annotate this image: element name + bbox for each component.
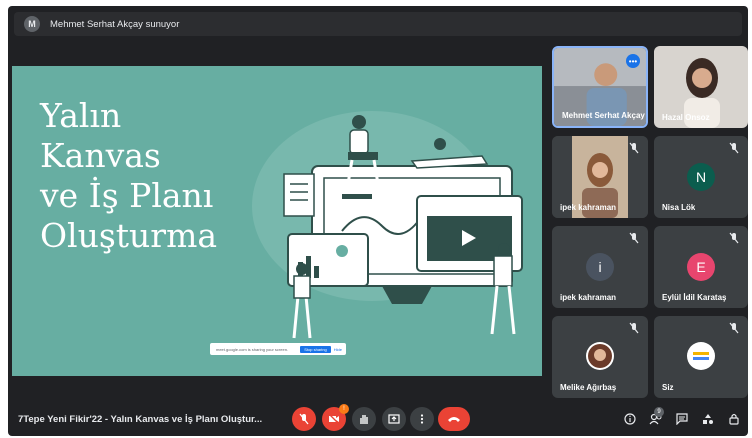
avatar [586, 342, 614, 370]
mic-off-icon [629, 232, 639, 244]
screen-share-notice: meet.google.com is sharing your screen. … [210, 343, 346, 355]
present-button[interactable] [382, 407, 406, 431]
mic-off-icon [729, 142, 739, 154]
mic-off-icon [729, 322, 739, 334]
avatar: i [586, 253, 614, 281]
participant-tile[interactable]: E Eylül İdil Karataş [654, 226, 748, 308]
shared-screen: Yalın Kanvas ve İş Planı Oluşturma meet.… [12, 66, 542, 376]
participant-tile[interactable]: ipek kahraman [552, 136, 648, 218]
participant-name: Melike Ağırbaş [560, 383, 617, 392]
stop-sharing-button[interactable]: Stop sharing [300, 345, 331, 353]
hang-up-icon [448, 417, 460, 422]
camera-toggle-button[interactable]: ! [322, 404, 349, 431]
present-icon [388, 414, 400, 424]
participant-name: ipek kahraman [560, 203, 617, 212]
participant-name: Eylül İdil Karataş [662, 293, 727, 302]
activities-button[interactable] [700, 411, 716, 427]
presenter-avatar: M [24, 16, 40, 32]
host-controls-button[interactable] [726, 411, 742, 427]
participant-name: Hazal Onsoz [662, 113, 710, 122]
hide-button[interactable]: Hide [334, 347, 342, 352]
logo-avatar [687, 342, 715, 370]
more-vert-icon [420, 414, 424, 424]
participant-name: Siz [662, 383, 674, 392]
participant-tile[interactable]: i ipek kahraman [552, 226, 648, 308]
info-icon [624, 413, 636, 425]
chat-button[interactable] [674, 411, 690, 427]
chat-icon [676, 413, 688, 425]
camera-off-icon [328, 413, 340, 425]
participant-tile[interactable]: ••• Mehmet Serhat Akçay [552, 46, 648, 128]
slide-title: Yalın Kanvas ve İş Planı Oluşturma [40, 96, 218, 255]
share-notice-text: meet.google.com is sharing your screen. [216, 346, 289, 352]
meeting-details-button[interactable] [622, 411, 638, 427]
leave-call-button[interactable] [438, 407, 470, 431]
participant-tile[interactable]: Melike Ağırbaş [552, 316, 648, 398]
avatar: N [687, 163, 715, 191]
presenter-banner: M Mehmet Serhat Akçay sunuyor [14, 12, 742, 36]
lock-person-icon [729, 413, 739, 425]
participant-tile[interactable]: Hazal Onsoz [654, 46, 748, 128]
more-options-icon[interactable]: ••• [626, 54, 640, 68]
participant-name: Mehmet Serhat Akçay [562, 111, 645, 120]
people-count-badge: 9 [654, 407, 664, 417]
hand-icon [360, 415, 368, 424]
participant-tile[interactable]: Siz [654, 316, 748, 398]
raise-hand-button[interactable] [352, 407, 376, 431]
participant-tile[interactable]: N Nisa Lök [654, 136, 748, 218]
mic-off-icon [729, 232, 739, 244]
mic-off-icon [629, 142, 639, 154]
mic-toggle-button[interactable] [292, 407, 316, 431]
meeting-title: 7Tepe Yeni Fikir'22 - Yalın Kanvas ve İş… [18, 414, 263, 425]
participant-name: ipek kahraman [560, 293, 617, 302]
mic-off-icon [299, 413, 309, 425]
presenting-label: Mehmet Serhat Akçay sunuyor [50, 18, 180, 30]
camera-warning-badge: ! [339, 404, 349, 414]
mic-off-icon [629, 322, 639, 334]
participant-name: Nisa Lök [662, 203, 696, 212]
more-options-button[interactable] [410, 407, 434, 431]
shapes-icon [703, 414, 713, 424]
meet-window: M Mehmet Serhat Akçay sunuyor Yalın Kanv… [8, 6, 748, 436]
people-button[interactable]: 9 [648, 407, 664, 427]
avatar: E [687, 253, 715, 281]
control-bar: 7Tepe Yeni Fikir'22 - Yalın Kanvas ve İş… [8, 404, 748, 436]
